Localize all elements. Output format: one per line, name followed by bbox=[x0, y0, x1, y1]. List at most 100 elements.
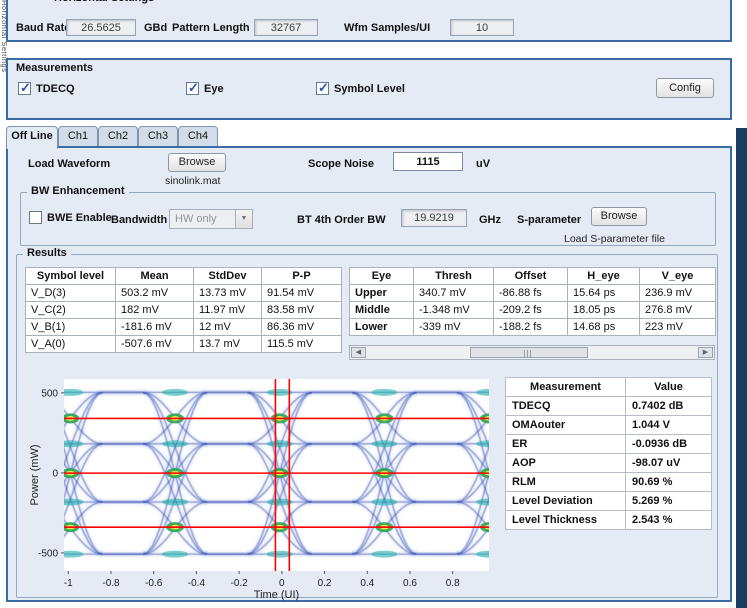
svg-text:500: 500 bbox=[41, 388, 58, 399]
wfm-samples-field[interactable] bbox=[450, 19, 514, 36]
tdecq-checkbox[interactable]: TDECQ bbox=[18, 82, 75, 95]
bwe-enable-checkbox[interactable]: BWE Enable bbox=[29, 211, 112, 224]
tab-off-line[interactable]: Off Line bbox=[6, 126, 58, 149]
table-cell: ER bbox=[506, 435, 626, 454]
svg-text:-0.8: -0.8 bbox=[102, 578, 120, 589]
table-cell: Middle bbox=[350, 302, 414, 319]
table-cell: 90.69 % bbox=[626, 473, 712, 492]
table-cell: 1.044 V bbox=[626, 416, 712, 435]
table-cell: -507.6 mV bbox=[116, 336, 194, 353]
load-waveform-browse-button[interactable]: Browse bbox=[168, 153, 226, 172]
tab-ch3[interactable]: Ch3 bbox=[138, 126, 178, 146]
measurement-table: MeasurementValueTDECQ0.7402 dBOMAouter1.… bbox=[505, 377, 712, 530]
table-row: Upper340.7 mV-86.88 fs15.64 ps236.9 mV bbox=[350, 285, 716, 302]
measurements-panel: Measurements TDECQ Eye Symbol Level Conf… bbox=[6, 58, 732, 120]
eye-checkbox[interactable]: Eye bbox=[186, 82, 224, 95]
column-header: Measurement bbox=[506, 378, 626, 397]
table-cell: 18.05 ps bbox=[568, 302, 640, 319]
pattern-length-field[interactable] bbox=[254, 19, 318, 36]
eye-diagram: -1-0.8-0.6-0.4-0.200.20.40.60.85000-500T… bbox=[27, 372, 497, 602]
svg-text:0: 0 bbox=[52, 468, 58, 479]
table-row: V_D(3)503.2 mV13.73 mV91.54 mV bbox=[26, 285, 342, 302]
table-cell: Level Thickness bbox=[506, 511, 626, 530]
table-cell: -86.88 fs bbox=[494, 285, 568, 302]
bt4-order-bw-unit-label: GHz bbox=[479, 214, 501, 226]
column-header: Offset bbox=[494, 268, 568, 285]
symbol-level-checkbox-box[interactable] bbox=[316, 82, 329, 95]
symbol-level-checkbox-label: Symbol Level bbox=[334, 83, 405, 95]
scroll-thumb[interactable] bbox=[470, 347, 588, 358]
table-row: Level Deviation5.269 % bbox=[506, 492, 712, 511]
config-button[interactable]: Config bbox=[656, 78, 714, 98]
bt4-order-bw-field[interactable] bbox=[401, 209, 467, 227]
eye-checkbox-box[interactable] bbox=[186, 82, 199, 95]
column-header: H_eye bbox=[568, 268, 640, 285]
table-cell: -188.2 fs bbox=[494, 319, 568, 336]
table-cell: 223 mV bbox=[640, 319, 716, 336]
bw-enhancement-group: BW Enhancement BWE Enable Bandwidth HW o… bbox=[20, 192, 716, 246]
pattern-length-label: Pattern Length bbox=[172, 22, 250, 34]
bandwidth-label: Bandwidth bbox=[111, 214, 167, 226]
table-row: Level Thickness2.543 % bbox=[506, 511, 712, 530]
svg-text:0.4: 0.4 bbox=[360, 578, 374, 589]
table-cell: 86.36 mV bbox=[262, 319, 342, 336]
waveform-filename: sinolink.mat bbox=[165, 175, 220, 187]
table-cell: 503.2 mV bbox=[116, 285, 194, 302]
table-row: OMAouter1.044 V bbox=[506, 416, 712, 435]
svg-text:0.8: 0.8 bbox=[446, 578, 460, 589]
table-cell: Upper bbox=[350, 285, 414, 302]
tdecq-checkbox-box[interactable] bbox=[18, 82, 31, 95]
svg-text:0.6: 0.6 bbox=[403, 578, 417, 589]
table-cell: AOP bbox=[506, 454, 626, 473]
chevron-down-icon[interactable]: ▼ bbox=[235, 210, 252, 228]
column-header: Eye bbox=[350, 268, 414, 285]
s-parameter-browse-button[interactable]: Browse bbox=[591, 207, 647, 226]
wfm-samples-label: Wfm Samples/UI bbox=[344, 22, 430, 34]
table-cell: 276.8 mV bbox=[640, 302, 716, 319]
scroll-left-arrow-icon[interactable]: ◀ bbox=[351, 347, 366, 358]
table-cell: -98.07 uV bbox=[626, 454, 712, 473]
baud-rate-field[interactable] bbox=[66, 19, 136, 36]
table-cell: RLM bbox=[506, 473, 626, 492]
table-row: V_B(1)-181.6 mV12 mV86.36 mV bbox=[26, 319, 342, 336]
table-cell: 5.269 % bbox=[626, 492, 712, 511]
table-cell: Level Deviation bbox=[506, 492, 626, 511]
table-cell: 11.97 mV bbox=[194, 302, 262, 319]
table-cell: 14.68 ps bbox=[568, 319, 640, 336]
column-header: StdDev bbox=[194, 268, 262, 285]
table-row: Lower-339 mV-188.2 fs14.68 ps223 mV bbox=[350, 319, 716, 336]
symbol-level-table: Symbol levelMeanStdDevP-PV_D(3)503.2 mV1… bbox=[25, 267, 342, 353]
table-cell: 13.7 mV bbox=[194, 336, 262, 353]
table-row: ER-0.0936 dB bbox=[506, 435, 712, 454]
scroll-right-arrow-icon[interactable]: ▶ bbox=[698, 347, 713, 358]
s-parameter-label: S-parameter bbox=[517, 214, 581, 226]
svg-text:0.2: 0.2 bbox=[318, 578, 332, 589]
s-parameter-hint: Load S-parameter file bbox=[564, 233, 665, 245]
table-cell: 182 mV bbox=[116, 302, 194, 319]
column-header: Mean bbox=[116, 268, 194, 285]
column-header: V_eye bbox=[640, 268, 716, 285]
table-cell: V_A(0) bbox=[26, 336, 116, 353]
channel-panel: Load Waveform Browse sinolink.mat Scope … bbox=[6, 146, 732, 602]
table-cell: 91.54 mV bbox=[262, 285, 342, 302]
bw-enhancement-label: BW Enhancement bbox=[27, 185, 129, 197]
load-waveform-label: Load Waveform bbox=[28, 158, 110, 170]
bt4-order-bw-label: BT 4th Order BW bbox=[297, 214, 386, 226]
table-cell: -339 mV bbox=[414, 319, 494, 336]
scope-noise-input[interactable] bbox=[393, 152, 463, 171]
tab-ch2[interactable]: Ch2 bbox=[98, 126, 138, 146]
bwe-enable-checkbox-box[interactable] bbox=[29, 211, 42, 224]
symbol-level-checkbox[interactable]: Symbol Level bbox=[316, 82, 405, 95]
tab-ch4[interactable]: Ch4 bbox=[178, 126, 218, 146]
table-row: TDECQ0.7402 dB bbox=[506, 397, 712, 416]
table-cell: -181.6 mV bbox=[116, 319, 194, 336]
table-cell: 236.9 mV bbox=[640, 285, 716, 302]
bandwidth-dropdown[interactable]: HW only ▼ bbox=[169, 209, 253, 229]
eye-checkbox-label: Eye bbox=[204, 83, 224, 95]
scope-noise-unit-label: uV bbox=[476, 158, 490, 170]
table-cell: 15.64 ps bbox=[568, 285, 640, 302]
svg-text:Power (mW): Power (mW) bbox=[29, 444, 41, 505]
tab-ch1[interactable]: Ch1 bbox=[58, 126, 98, 146]
eye-table-hscrollbar[interactable]: ◀ ▶ bbox=[349, 345, 715, 360]
measurements-label: Measurements bbox=[16, 62, 93, 74]
